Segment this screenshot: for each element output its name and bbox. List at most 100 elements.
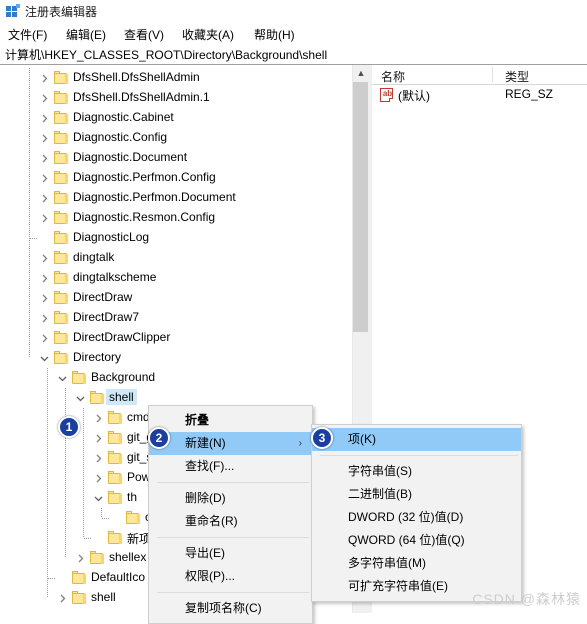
tree-item-diagnosticresmonconfig[interactable]: Diagnostic.Resmon.Config — [0, 208, 352, 228]
tree-guide-line — [83, 528, 84, 538]
tree-guide-line — [83, 408, 84, 428]
chevron-right-icon[interactable] — [39, 153, 50, 164]
context-menu-item[interactable]: 复制项名称(C) — [149, 597, 312, 620]
context-menu-item[interactable]: 权限(P)... — [149, 565, 312, 588]
context-menu-item[interactable]: 折叠 — [149, 409, 312, 432]
tree-item-directdrawclipper[interactable]: DirectDrawClipper — [0, 328, 352, 348]
chevron-down-icon[interactable] — [57, 373, 68, 384]
scrollbar-thumb[interactable] — [353, 82, 369, 332]
column-header-type[interactable]: 类型 — [505, 68, 529, 85]
tree-guide-line — [47, 588, 48, 598]
chevron-right-icon[interactable] — [39, 293, 50, 304]
context-menu-item[interactable]: 删除(D) — [149, 487, 312, 510]
tree-item-diagnosticlog[interactable]: DiagnosticLog — [0, 228, 352, 248]
chevron-right-icon[interactable] — [39, 133, 50, 144]
address-bar[interactable]: 计算机\HKEY_CLASSES_ROOT\Directory\Backgrou… — [0, 44, 587, 65]
menu-edit[interactable]: 编辑(E) — [64, 26, 108, 43]
submenu-label: 项(K) — [348, 432, 376, 446]
context-menu-item[interactable]: 导出(E) — [149, 542, 312, 565]
folder-icon — [108, 491, 122, 504]
submenu-item[interactable]: QWORD (64 位)值(Q) — [312, 529, 521, 552]
tree-item-label: Directory — [73, 350, 122, 364]
chevron-right-icon[interactable] — [39, 93, 50, 104]
context-menu-item[interactable]: 查找(F)... — [149, 455, 312, 478]
column-separator[interactable] — [492, 67, 493, 82]
folder-icon — [54, 91, 68, 104]
chevron-right-icon[interactable] — [39, 253, 50, 264]
submenu-item[interactable]: DWORD (32 位)值(D) — [312, 506, 521, 529]
folder-icon — [90, 391, 104, 404]
tree-item-diagnosticcabinet[interactable]: Diagnostic.Cabinet — [0, 108, 352, 128]
folder-icon — [54, 351, 68, 364]
chevron-right-icon[interactable] — [39, 313, 50, 324]
chevron-down-icon[interactable] — [39, 353, 50, 364]
folder-icon — [108, 411, 122, 424]
chevron-right-icon[interactable] — [39, 213, 50, 224]
tree-item-diagnosticperfmonconfig[interactable]: Diagnostic.Perfmon.Config — [0, 168, 352, 188]
tree-guide-line — [65, 488, 66, 508]
tree-item-background[interactable]: Background — [0, 368, 352, 388]
tree-item-directory[interactable]: Directory — [0, 348, 352, 368]
submenu-label: DWORD (32 位)值(D) — [348, 510, 464, 524]
chevron-right-icon[interactable] — [93, 433, 104, 444]
folder-icon — [108, 471, 122, 484]
tree-item-directdraw7[interactable]: DirectDraw7 — [0, 308, 352, 328]
folder-icon — [72, 571, 86, 584]
tree-guide-line — [29, 348, 30, 358]
tree-item-label: Background — [91, 370, 156, 384]
context-menu-label: 折叠 — [185, 413, 210, 427]
tree-item-dingtalkscheme[interactable]: dingtalkscheme — [0, 268, 352, 288]
tree-guide-line — [65, 508, 66, 528]
context-menu-item[interactable]: 新建(N) › — [149, 432, 312, 455]
value-row-default[interactable]: ab (默认) REG_SZ — [372, 85, 587, 105]
context-menu-item[interactable]: 重命名(R) — [149, 510, 312, 533]
chevron-right-icon[interactable] — [75, 553, 86, 564]
context-menu-label: 导出(E) — [185, 546, 225, 560]
column-header-name[interactable]: 名称 — [381, 68, 405, 85]
scroll-up-arrow[interactable]: ▲ — [353, 65, 369, 82]
address-path: 计算机\HKEY_CLASSES_ROOT\Directory\Backgrou… — [5, 48, 328, 62]
chevron-right-icon[interactable] — [39, 73, 50, 84]
chevron-right-icon[interactable] — [93, 453, 104, 464]
context-menu-label: 查找(F)... — [185, 459, 235, 473]
chevron-right-icon[interactable] — [57, 593, 68, 604]
tree-guide-line — [65, 448, 66, 468]
chevron-down-icon[interactable] — [93, 493, 104, 504]
tree-item-diagnosticperfmondocument[interactable]: Diagnostic.Perfmon.Document — [0, 188, 352, 208]
tree-item-diagnosticconfig[interactable]: Diagnostic.Config — [0, 128, 352, 148]
menu-help[interactable]: 帮助(H) — [252, 26, 297, 43]
submenu-item[interactable]: 项(K) — [312, 428, 521, 451]
tree-guide-line — [29, 68, 30, 88]
submenu-item[interactable]: 多字符串值(M) — [312, 552, 521, 575]
submenu-item[interactable]: 字符串值(S) — [312, 460, 521, 483]
tree-context-menu[interactable]: 折叠新建(N) › 查找(F)... 删除(D) 重命名(R) 导出(E) 权限(P)...… — [148, 405, 313, 624]
chevron-right-icon[interactable] — [39, 173, 50, 184]
menu-favorites[interactable]: 收藏夹(A) — [180, 26, 236, 43]
tree-guide-line — [65, 548, 66, 558]
chevron-right-icon[interactable] — [39, 273, 50, 284]
folder-icon — [54, 151, 68, 164]
tree-guide-line — [83, 448, 84, 468]
folder-icon — [72, 591, 86, 604]
tree-item-dfsshelldfsshelladmin1[interactable]: DfsShell.DfsShellAdmin.1 — [0, 88, 352, 108]
folder-icon — [54, 71, 68, 84]
new-submenu[interactable]: 项(K) 字符串值(S) 二进制值(B) DWORD (32 位)值(D) QWORD … — [311, 424, 522, 602]
submenu-item[interactable]: 二进制值(B) — [312, 483, 521, 506]
tree-item-diagnosticdocument[interactable]: Diagnostic.Document — [0, 148, 352, 168]
tree-item-label: DfsShell.DfsShellAdmin — [73, 70, 200, 84]
tree-item-directdraw[interactable]: DirectDraw — [0, 288, 352, 308]
tree-item-dingtalk[interactable]: dingtalk — [0, 248, 352, 268]
folder-icon — [126, 511, 140, 524]
folder-icon — [54, 311, 68, 324]
chevron-down-icon[interactable] — [75, 393, 86, 404]
menu-view[interactable]: 查看(V) — [122, 26, 166, 43]
chevron-right-icon[interactable] — [93, 473, 104, 484]
tree-item-dfsshelldfsshelladmin[interactable]: DfsShell.DfsShellAdmin — [0, 68, 352, 88]
tree-guide-line — [47, 428, 48, 448]
chevron-right-icon[interactable] — [39, 193, 50, 204]
chevron-right-icon[interactable] — [93, 413, 104, 424]
tree-guide-line — [29, 168, 30, 188]
chevron-right-icon[interactable] — [39, 333, 50, 344]
menu-file[interactable]: 文件(F) — [6, 26, 49, 43]
chevron-right-icon[interactable] — [39, 113, 50, 124]
